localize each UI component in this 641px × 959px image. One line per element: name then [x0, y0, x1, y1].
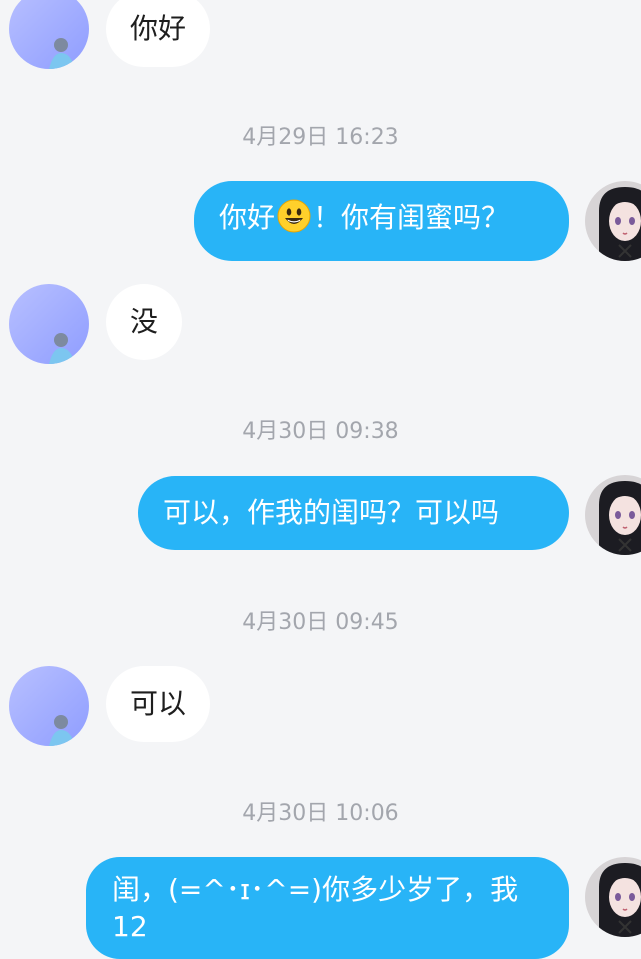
message-text: 你好 [219, 201, 276, 234]
message-text: ！你有闺蜜吗？ [313, 201, 510, 234]
smiley-emoji-icon [277, 199, 311, 243]
my-avatar[interactable] [585, 475, 641, 555]
contact-avatar-image [9, 666, 89, 746]
my-avatar-image [585, 181, 641, 261]
sent-message-bubble[interactable]: 你好 ！你有闺蜜吗？ [194, 181, 569, 261]
message-timestamp: 4月30日 09:38 [242, 419, 399, 444]
message-timestamp: 4月30日 10:06 [242, 801, 399, 826]
message-text: 没 [130, 305, 159, 338]
message-text: 闺，(=^･ɪ･^=)你多少岁了，我12 [112, 873, 519, 943]
received-message-bubble[interactable]: 可以 [106, 666, 211, 742]
contact-avatar-image [9, 0, 89, 69]
my-avatar[interactable] [585, 181, 641, 261]
received-message-bubble[interactable]: 你好 [106, 0, 211, 67]
message-text: 你好 [130, 12, 187, 45]
my-avatar-image [585, 857, 641, 937]
message-text: 可以 [130, 687, 187, 720]
contact-avatar[interactable] [9, 284, 89, 364]
contact-avatar[interactable] [9, 0, 89, 69]
sent-message-bubble[interactable]: 闺，(=^･ɪ･^=)你多少岁了，我12 [86, 857, 569, 959]
sent-message-bubble[interactable]: 可以，作我的闺吗？可以吗 [138, 476, 569, 550]
my-avatar-image [585, 475, 641, 555]
message-timestamp: 4月29日 16:23 [242, 125, 399, 150]
message-timestamp: 4月30日 09:45 [242, 610, 399, 635]
contact-avatar-image [9, 284, 89, 364]
message-text: 可以，作我的闺吗？可以吗 [163, 496, 500, 529]
my-avatar[interactable] [585, 857, 641, 937]
contact-avatar[interactable] [9, 666, 89, 746]
received-message-bubble[interactable]: 没 [106, 284, 183, 360]
